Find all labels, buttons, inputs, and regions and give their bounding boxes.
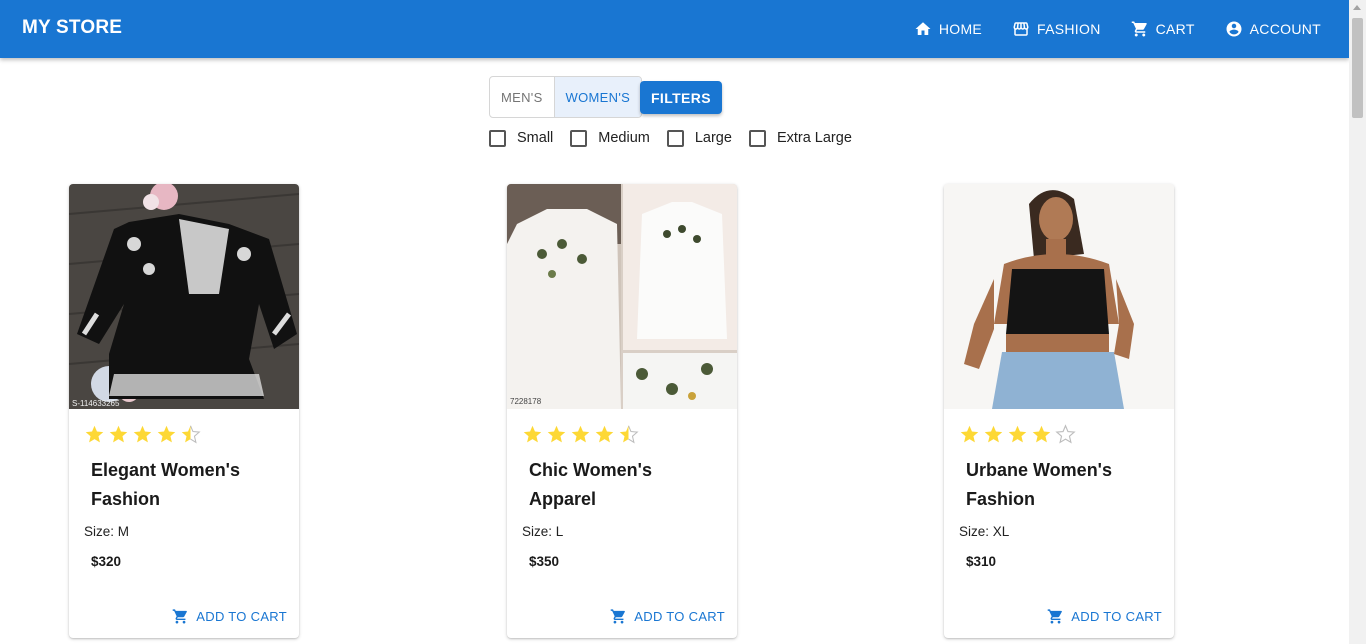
account-circle-icon [1226, 21, 1242, 37]
size-filter-group: Small Medium Large Extra Large [489, 128, 869, 148]
product-card: Urbane Women's Fashion Size: XL $310 ADD… [944, 184, 1174, 638]
cart-icon [1131, 21, 1147, 37]
product-image[interactable]: S-114633265 [69, 184, 299, 409]
nav-cart[interactable]: CART [1131, 20, 1195, 38]
product-price: $320 [91, 554, 122, 569]
size-filter-medium[interactable]: Medium [570, 129, 650, 147]
nav-fashion-label: FASHION [1037, 21, 1101, 37]
nav-home-label: HOME [938, 21, 983, 37]
add-to-cart-label: ADD TO CART [196, 609, 287, 624]
product-price: $350 [529, 554, 560, 569]
scrollbar-thumb[interactable] [1352, 18, 1363, 118]
star-full-icon [85, 425, 104, 443]
size-extra-large-checkbox[interactable] [748, 129, 766, 147]
size-small-label: Small [517, 130, 554, 146]
star-full-icon [109, 425, 128, 443]
nav-cart-label: CART [1155, 21, 1195, 37]
add-shopping-cart-icon [172, 609, 188, 624]
product-size: Size: L [522, 524, 564, 539]
star-full-icon [157, 425, 176, 443]
home-icon [915, 22, 931, 35]
size-large-label: Large [694, 130, 732, 146]
size-extra-large-label: Extra Large [776, 130, 852, 146]
image-watermark: S-114633265 [72, 399, 120, 408]
size-medium-label: Medium [598, 130, 650, 146]
rating-stars [84, 424, 204, 445]
star-full-icon [523, 425, 542, 443]
star-half-icon [181, 425, 201, 444]
page-scrollbar[interactable] [1349, 0, 1366, 644]
star-full-icon [547, 425, 566, 443]
star-full-icon [1032, 425, 1051, 443]
rating-stars [522, 424, 642, 445]
size-filter-small[interactable]: Small [489, 129, 554, 147]
nav-account-label: ACCOUNT [1249, 21, 1321, 37]
toggle-womens[interactable]: WOMEN'S [553, 77, 642, 117]
add-shopping-cart-icon [1047, 609, 1063, 624]
product-card: 7228178 Chic Women's Apparel Size: L $35… [507, 184, 737, 638]
add-to-cart-button[interactable]: ADD TO CART [1047, 608, 1162, 625]
star-full-icon [133, 425, 152, 443]
add-to-cart-button[interactable]: ADD TO CART [610, 608, 725, 625]
product-size: Size: M [84, 524, 130, 539]
black-crop-top-image [944, 184, 1174, 409]
star-full-icon [960, 425, 979, 443]
product-title[interactable]: Elegant Women's Fashion [91, 456, 281, 514]
product-image[interactable]: 7228178 [507, 184, 737, 409]
add-to-cart-label: ADD TO CART [1071, 609, 1162, 624]
size-small-checkbox[interactable] [489, 129, 506, 147]
rating-stars [959, 424, 1079, 445]
star-full-icon [595, 425, 614, 443]
add-to-cart-label: ADD TO CART [634, 609, 725, 624]
nav-account[interactable]: ACCOUNT [1225, 20, 1321, 38]
store-icon [1013, 22, 1029, 36]
product-price: $310 [966, 554, 997, 569]
product-size: Size: XL [959, 524, 1010, 539]
product-title[interactable]: Urbane Women's Fashion [966, 456, 1156, 514]
star-half-icon [619, 425, 639, 444]
brand-title[interactable]: MY STORE [22, 17, 122, 39]
nav-home[interactable]: HOME [914, 20, 982, 38]
star-full-icon [571, 425, 590, 443]
white-embroidered-top-image: 7228178 [507, 184, 737, 409]
size-medium-checkbox[interactable] [570, 129, 588, 147]
star-empty-icon [1055, 424, 1076, 444]
product-image[interactable] [944, 184, 1174, 409]
product-card: S-114633265 Elegant Women's Fashion Size… [69, 184, 299, 638]
scroll-up-arrow-icon[interactable] [1353, 5, 1361, 10]
toggle-mens[interactable]: MEN'S [490, 77, 554, 117]
image-watermark: 7228178 [510, 397, 542, 406]
star-full-icon [1008, 425, 1027, 443]
size-large-checkbox[interactable] [666, 129, 684, 147]
gender-toggle-group: MEN'S WOMEN'S [489, 76, 643, 118]
nav-menu: HOME FASHION CART ACCOUNT [884, 0, 1321, 58]
size-filter-large[interactable]: Large [666, 129, 732, 147]
black-embroidered-dress-image: S-114633265 [69, 184, 299, 409]
add-to-cart-button[interactable]: ADD TO CART [172, 608, 287, 625]
nav-fashion[interactable]: FASHION [1012, 20, 1101, 38]
add-shopping-cart-icon [610, 609, 626, 624]
size-filter-extra-large[interactable]: Extra Large [748, 129, 852, 147]
filters-button[interactable]: FILTERS [640, 81, 722, 114]
app-bar: MY STORE HOME FASHION CART ACCOUNT [0, 0, 1349, 58]
product-title[interactable]: Chic Women's Apparel [529, 456, 719, 514]
star-full-icon [984, 425, 1003, 443]
